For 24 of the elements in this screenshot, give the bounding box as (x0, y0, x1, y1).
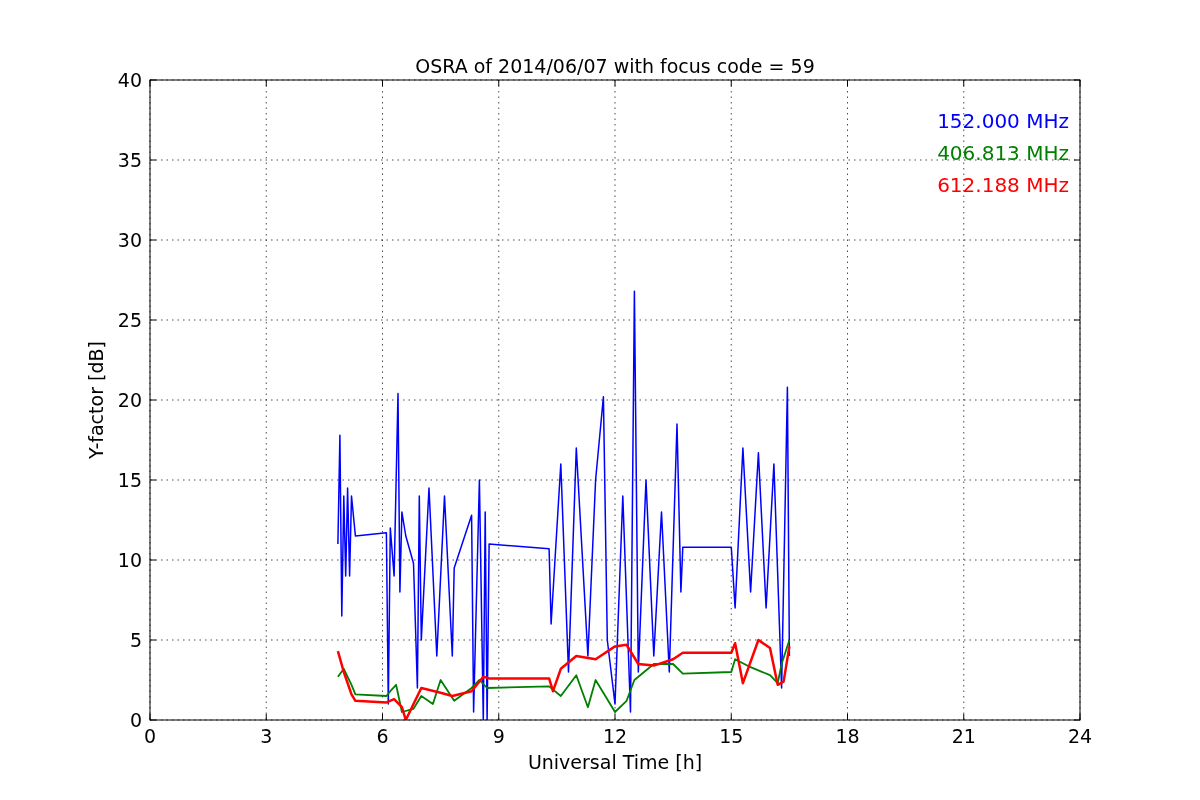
y-tick-label: 10 (117, 549, 142, 571)
y-tick-label: 25 (117, 309, 142, 331)
y-tick-label: 20 (117, 389, 142, 411)
x-tick-label: 9 (492, 725, 505, 747)
x-tick-label: 15 (719, 725, 744, 747)
y-tick-label: 30 (117, 229, 142, 251)
y-axis-label: Y-factor [dB] (85, 341, 107, 459)
x-tick-label: 0 (143, 725, 157, 747)
x-tick-label: 3 (260, 725, 273, 747)
legend-label: 406.813 MHz (937, 141, 1069, 165)
x-tick-label: 24 (1067, 725, 1093, 747)
legend-label: 612.188 MHz (937, 173, 1069, 197)
x-tick-label: 6 (376, 725, 389, 747)
legend-label: 152.000 MHz (937, 109, 1069, 133)
y-tick-label: 35 (117, 149, 142, 171)
x-axis-label: Universal Time [h] (527, 751, 703, 773)
y-tick-label: 0 (129, 709, 142, 731)
x-tick-label: 18 (835, 725, 860, 747)
x-tick-label: 12 (602, 725, 628, 747)
chart-title: OSRA of 2014/06/07 with focus code = 59 (415, 55, 815, 77)
y-tick-label: 5 (129, 629, 142, 651)
y-tick-label: 15 (117, 469, 142, 491)
y-tick-label: 40 (117, 69, 142, 91)
x-tick-label: 21 (951, 725, 976, 747)
